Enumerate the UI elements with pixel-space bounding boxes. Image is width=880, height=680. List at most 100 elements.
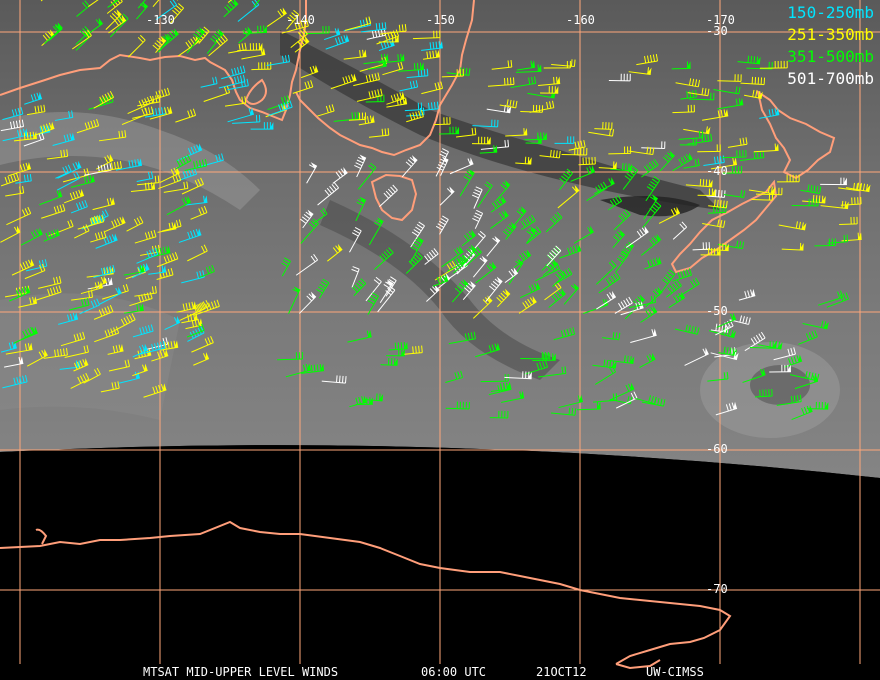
wind-barb	[332, 166, 348, 184]
wind-barb	[475, 342, 500, 358]
wind-barb	[448, 331, 476, 345]
wind-barb	[487, 77, 515, 87]
wind-barb	[524, 132, 547, 141]
caption-time: 06:00 UTC	[421, 665, 487, 679]
wind-barb	[519, 282, 541, 299]
wind-barb	[672, 104, 695, 114]
wind-barb	[102, 284, 129, 300]
wind-barb	[645, 176, 661, 202]
wind-barb	[595, 365, 617, 385]
wind-barb	[227, 107, 255, 123]
wind-barb	[295, 254, 319, 276]
wind-barb	[54, 110, 74, 121]
wind-barb	[152, 35, 167, 54]
wind-barb	[839, 216, 858, 226]
wind-barb	[178, 35, 200, 57]
wind-barb	[687, 87, 710, 97]
wind-barb	[377, 285, 396, 313]
wind-barb	[380, 357, 398, 366]
wind-barb	[159, 166, 180, 184]
lat-label: -60	[706, 442, 728, 456]
wind-barb	[672, 268, 692, 282]
wind-barb	[20, 227, 43, 246]
wind-barb	[598, 272, 621, 294]
wind-barb	[471, 186, 483, 209]
wind-barb	[550, 407, 577, 416]
wind-barb	[356, 88, 383, 102]
wind-barb	[675, 78, 701, 88]
wind-barb	[592, 393, 618, 403]
wind-barb	[748, 185, 776, 195]
wind-barb	[224, 96, 247, 107]
wind-barb	[158, 173, 182, 190]
wind-barb	[586, 181, 608, 202]
wind-barb	[317, 182, 340, 206]
wind-barb	[299, 291, 317, 314]
wind-barb	[742, 368, 766, 383]
wind-barb	[472, 295, 493, 319]
wind-barb	[518, 295, 537, 314]
wind-barb	[516, 60, 536, 71]
wind-barb	[781, 242, 804, 251]
wind-barb	[827, 234, 849, 244]
wind-barb	[789, 371, 820, 382]
wind-map: -130 -140 -150 -160 -170 -30 -40 -50 -60…	[0, 0, 880, 680]
wind-barb	[134, 285, 157, 297]
wind-barb	[221, 65, 246, 80]
caption-date: 21OCT12	[536, 665, 587, 679]
wind-barb	[671, 61, 691, 70]
wind-barb	[60, 331, 86, 347]
wind-barb	[92, 197, 115, 211]
legend-351-500: 351-500mb	[787, 47, 874, 66]
wind-barb	[520, 104, 544, 113]
wind-barb	[156, 252, 179, 268]
wind-barb	[630, 328, 657, 343]
wind-barb	[461, 229, 476, 247]
wind-barb	[347, 329, 372, 343]
wind-barb	[401, 155, 418, 178]
wind-barb	[608, 73, 631, 82]
wind-barb	[685, 178, 713, 188]
wind-barb	[672, 221, 688, 240]
wind-barb	[203, 85, 231, 102]
legend-501-700: 501-700mb	[787, 69, 874, 88]
wind-barb	[321, 375, 347, 384]
wind-barb	[73, 358, 89, 372]
wind-barb	[349, 395, 367, 408]
wind-barb	[636, 53, 659, 66]
wind-barb	[136, 247, 159, 264]
wind-barb	[46, 149, 69, 160]
wind-barb	[250, 122, 274, 130]
wind-barb	[559, 244, 582, 259]
wind-barb	[386, 91, 405, 105]
wind-barb	[74, 224, 90, 239]
wind-barb	[368, 128, 390, 138]
wind-barb	[18, 296, 38, 308]
wind-barb	[41, 203, 66, 219]
wind-barb	[223, 0, 239, 18]
wind-barb	[773, 347, 796, 361]
wind-barb	[683, 126, 711, 135]
wind-barb	[118, 371, 141, 384]
wind-barb	[608, 146, 632, 155]
wind-barb	[76, 0, 90, 17]
wind-barb	[90, 230, 107, 243]
wind-barb	[520, 214, 536, 230]
wind-barb	[641, 141, 666, 149]
wind-barb	[52, 132, 75, 146]
wind-barb	[266, 7, 287, 27]
wind-barb	[659, 150, 675, 172]
lon-label: -140	[286, 13, 315, 27]
caption-product: MTSAT MID-UPPER LEVEL WINDS	[143, 664, 338, 680]
wind-barb	[39, 189, 63, 206]
wind-barb	[480, 374, 509, 383]
wind-barb	[300, 218, 319, 244]
wind-barb	[545, 212, 563, 233]
wind-barb	[594, 121, 613, 130]
wind-barb	[2, 374, 28, 389]
wind-barb	[538, 76, 561, 86]
wind-barb	[388, 341, 408, 351]
wind-barb	[614, 296, 633, 314]
wind-barb	[316, 278, 330, 299]
wind-barb	[684, 347, 709, 366]
